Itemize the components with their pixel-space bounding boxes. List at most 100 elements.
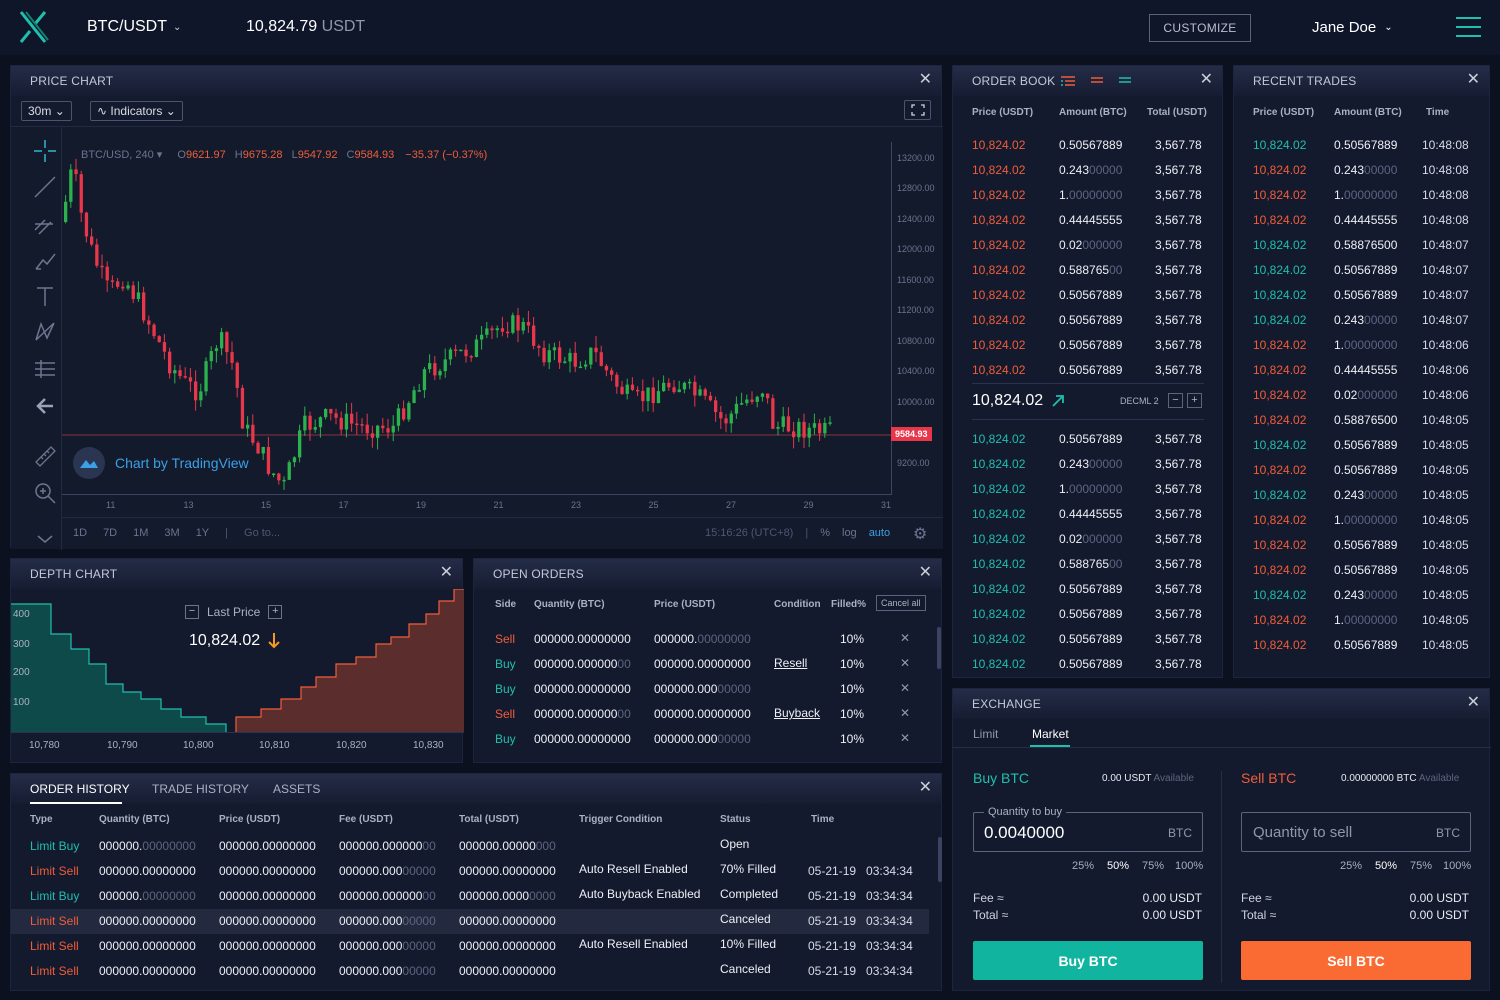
decimal-minus-button[interactable]: − [1168, 393, 1183, 408]
order-book-row[interactable]: 10,824.02 0.02000000 3,567.78 [953, 532, 1224, 550]
cancel-order-icon[interactable]: ✕ [900, 631, 910, 645]
buy-pct-100[interactable]: 100% [1175, 860, 1203, 872]
scrollbar[interactable] [937, 627, 941, 669]
brush-icon[interactable] [33, 248, 57, 272]
order-book-row[interactable]: 10,824.02 1.00000000 3,567.78 [953, 482, 1224, 500]
cancel-order-icon[interactable]: ✕ [900, 706, 910, 720]
order-book-row[interactable]: 10,824.02 0.50567889 3,567.78 [953, 138, 1224, 156]
order-book-row[interactable]: 10,824.02 0.50567889 3,567.78 [953, 582, 1224, 600]
pattern-tool-icon[interactable] [33, 320, 57, 344]
cancel-order-icon[interactable]: ✕ [900, 731, 910, 745]
history-row[interactable]: Limit Sell 000000.00000000 000000.000000… [11, 909, 929, 934]
close-icon[interactable]: ✕ [1467, 71, 1480, 89]
sell-pct-75[interactable]: 75% [1410, 860, 1432, 872]
order-condition[interactable]: Resell [774, 656, 807, 670]
order-book-row[interactable]: 10,824.02 0.50567889 3,567.78 [953, 288, 1224, 306]
goto-link[interactable]: Go to... [244, 527, 280, 539]
close-icon[interactable]: ✕ [919, 779, 932, 797]
measure-lines-icon[interactable] [33, 357, 57, 381]
cancel-order-icon[interactable]: ✕ [900, 681, 910, 695]
fib-tool-icon[interactable] [33, 212, 57, 236]
settings-gear-icon[interactable]: ⚙ [913, 524, 927, 544]
order-book-row[interactable]: 10,824.02 0.50567889 3,567.78 [953, 432, 1224, 450]
open-order-row[interactable]: Sell 000000.00000000 000000.00000000 Buy… [474, 706, 937, 725]
text-tool-icon[interactable] [33, 284, 57, 308]
book-bids-icon[interactable] [1119, 75, 1131, 87]
book-asks-icon[interactable] [1091, 75, 1103, 87]
buy-pct-50[interactable]: 50% [1107, 860, 1129, 872]
cancel-all-button[interactable]: Cancel all [876, 595, 926, 611]
sell-pct-100[interactable]: 100% [1443, 860, 1471, 872]
buy-pct-25[interactable]: 25% [1072, 860, 1094, 872]
sell-pct-25[interactable]: 25% [1340, 860, 1362, 872]
order-book-row[interactable]: 10,824.02 0.50567889 3,567.78 [953, 657, 1224, 675]
indicators-button[interactable]: ∿ Indicators ⌄ [90, 101, 183, 121]
zoom-out-button[interactable]: − [185, 605, 199, 619]
order-book-row[interactable]: 10,824.02 0.50567889 3,567.78 [953, 363, 1224, 381]
order-book-row[interactable]: 10,824.02 0.50567889 3,567.78 [953, 313, 1224, 331]
auto-toggle[interactable]: auto [869, 527, 890, 539]
close-icon[interactable]: ✕ [919, 71, 932, 89]
hamburger-menu-icon[interactable] [1456, 16, 1481, 38]
tab-assets[interactable]: ASSETS [273, 782, 320, 796]
tab-order-history[interactable]: ORDER HISTORY [30, 782, 130, 796]
history-row[interactable]: Limit Buy 000000.00000000 000000.0000000… [11, 834, 929, 859]
order-condition[interactable]: Buyback [774, 706, 820, 720]
fullscreen-icon[interactable] [904, 100, 931, 120]
ruler-icon[interactable] [33, 444, 57, 468]
sell-btc-button[interactable]: Sell BTC [1241, 941, 1471, 980]
tab-limit[interactable]: Limit [973, 727, 998, 741]
order-book-row[interactable]: 10,824.02 0.44445555 3,567.78 [953, 507, 1224, 525]
close-icon[interactable]: ✕ [1200, 71, 1213, 89]
order-book-row[interactable]: 10,824.02 0.50567889 3,567.78 [953, 338, 1224, 356]
customize-button[interactable]: CUSTOMIZE [1149, 14, 1251, 42]
chevron-down-icon[interactable] [33, 527, 57, 551]
open-order-row[interactable]: Buy 000000.00000000 000000.00000000 10% … [474, 731, 937, 750]
close-icon[interactable]: ✕ [919, 564, 932, 582]
arrow-left-icon[interactable] [33, 394, 57, 418]
chart-area[interactable]: BTC/USD, 240 ▾ O9621.97 H9675.28 L9547.9… [11, 126, 943, 551]
range-7d[interactable]: 7D [103, 527, 117, 539]
range-1y[interactable]: 1Y [196, 527, 209, 539]
history-row[interactable]: Limit Sell 000000.00000000 000000.000000… [11, 859, 929, 884]
decimal-plus-button[interactable]: + [1187, 393, 1202, 408]
order-book-row[interactable]: 10,824.02 0.50567889 3,567.78 [953, 607, 1224, 625]
sell-quantity-field[interactable]: Quantity to sell BTC [1241, 812, 1471, 852]
crosshair-icon[interactable] [33, 139, 57, 163]
pair-selector[interactable]: BTC/USDT ⌄ [87, 18, 181, 36]
range-1d[interactable]: 1D [73, 527, 87, 539]
range-3m[interactable]: 3M [164, 527, 179, 539]
order-book-row[interactable]: 10,824.02 0.50567889 3,567.78 [953, 632, 1224, 650]
open-order-row[interactable]: Sell 000000.00000000 000000.00000000 10%… [474, 631, 937, 650]
book-both-icon[interactable] [1061, 75, 1075, 87]
zoom-in-icon[interactable] [33, 481, 57, 505]
buy-pct-75[interactable]: 75% [1142, 860, 1164, 872]
sell-pct-50[interactable]: 50% [1375, 860, 1397, 872]
cancel-order-icon[interactable]: ✕ [900, 656, 910, 670]
order-book-row[interactable]: 10,824.02 0.44445555 3,567.78 [953, 213, 1224, 231]
close-icon[interactable]: ✕ [1467, 694, 1480, 712]
user-menu[interactable]: Jane Doe ⌄ [1312, 19, 1393, 36]
range-1m[interactable]: 1M [133, 527, 148, 539]
history-row[interactable]: Limit Sell 000000.00000000 000000.000000… [11, 959, 929, 984]
order-book-row[interactable]: 10,824.02 1.00000000 3,567.78 [953, 188, 1224, 206]
order-book-row[interactable]: 10,824.02 0.02000000 3,567.78 [953, 238, 1224, 256]
logo-icon[interactable] [18, 10, 50, 44]
percent-toggle[interactable]: % [820, 527, 830, 539]
zoom-in-button[interactable]: + [268, 605, 283, 619]
scrollbar[interactable] [938, 837, 942, 882]
open-order-row[interactable]: Buy 000000.00000000 000000.00000000 Rese… [474, 656, 937, 675]
buy-quantity-field[interactable]: Quantity to buy 0.0040000 BTC [973, 806, 1203, 852]
tradingview-credit[interactable]: Chart by TradingView [73, 447, 249, 479]
close-icon[interactable]: ✕ [440, 564, 453, 582]
history-row[interactable]: Limit Sell 000000.00000000 000000.000000… [11, 934, 929, 959]
tab-market[interactable]: Market [1032, 727, 1069, 741]
history-row[interactable]: Limit Buy 000000.00000000 000000.0000000… [11, 884, 929, 909]
order-book-row[interactable]: 10,824.02 0.24300000 3,567.78 [953, 163, 1224, 181]
interval-select[interactable]: 30m ⌄ [21, 101, 72, 121]
open-order-row[interactable]: Buy 000000.00000000 000000.00000000 10% … [474, 681, 937, 700]
order-book-row[interactable]: 10,824.02 0.58876500 3,567.78 [953, 557, 1224, 575]
tab-trade-history[interactable]: TRADE HISTORY [152, 782, 249, 796]
order-book-row[interactable]: 10,824.02 0.58876500 3,567.78 [953, 263, 1224, 281]
log-toggle[interactable]: log [842, 527, 857, 539]
